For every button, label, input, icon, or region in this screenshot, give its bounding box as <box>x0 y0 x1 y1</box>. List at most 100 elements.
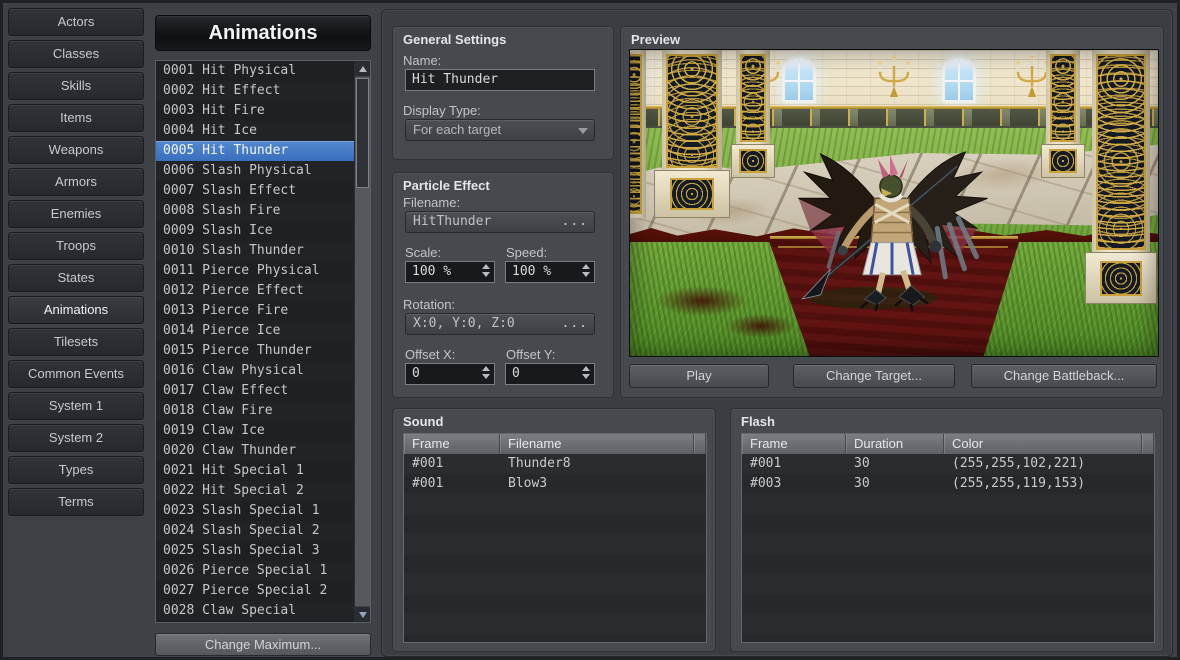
list-item[interactable]: 0026 Pierce Special 1 <box>156 561 355 581</box>
offset-x-value: 0 <box>412 366 420 381</box>
sidebar-item-states[interactable]: States <box>8 264 144 292</box>
sidebar-item-system-1[interactable]: System 1 <box>8 392 144 420</box>
stepper-arrows-icon[interactable] <box>582 366 590 379</box>
sidebar-item-common-events[interactable]: Common Events <box>8 360 144 388</box>
filename-label: Filename: <box>403 195 460 210</box>
list-item[interactable]: 0018 Claw Fire <box>156 401 355 421</box>
table-header: FrameFilename <box>404 434 706 454</box>
battleback-blood-stain <box>726 314 796 338</box>
table-row[interactable]: #00330(255,255,119,153) <box>742 474 1154 494</box>
list-item[interactable]: 0008 Slash Fire <box>156 201 355 221</box>
display-type-value: For each target <box>413 122 501 137</box>
column-header-filename[interactable]: Filename <box>500 434 694 454</box>
animation-list[interactable]: 0001 Hit Physical0002 Hit Effect0003 Hit… <box>155 60 371 623</box>
list-item[interactable]: 0011 Pierce Physical <box>156 261 355 281</box>
list-item[interactable]: 0001 Hit Physical <box>156 61 355 81</box>
speed-value: 100 % <box>512 264 551 279</box>
list-item[interactable]: 0002 Hit Effect <box>156 81 355 101</box>
column-header-frame[interactable]: Frame <box>742 434 846 454</box>
rotation-value: X:0, Y:0, Z:0 <box>413 316 515 331</box>
battleback-window <box>942 55 976 103</box>
change-battleback-button[interactable]: Change Battleback... <box>971 364 1157 388</box>
list-item[interactable]: 0025 Slash Special 3 <box>156 541 355 561</box>
play-button[interactable]: Play <box>629 364 769 388</box>
sidebar-item-items[interactable]: Items <box>8 104 144 132</box>
speed-label: Speed: <box>506 245 547 260</box>
sidebar-item-types[interactable]: Types <box>8 456 144 484</box>
list-item[interactable]: 0004 Hit Ice <box>156 121 355 141</box>
sidebar-item-animations[interactable]: Animations <box>8 296 144 324</box>
panel-title: Preview <box>631 32 680 47</box>
speed-stepper[interactable]: 100 % <box>505 261 595 283</box>
list-item[interactable]: 0012 Pierce Effect <box>156 281 355 301</box>
list-item[interactable]: 0028 Claw Special <box>156 601 355 621</box>
animation-list-scrollbar[interactable] <box>354 61 370 622</box>
list-item[interactable]: 0005 Hit Thunder <box>156 141 355 161</box>
stepper-arrows-icon[interactable] <box>482 366 490 379</box>
list-item[interactable]: 0017 Claw Effect <box>156 381 355 401</box>
sidebar-item-actors[interactable]: Actors <box>8 8 144 36</box>
sidebar-item-tilesets[interactable]: Tilesets <box>8 328 144 356</box>
list-item[interactable]: 0022 Hit Special 2 <box>156 481 355 501</box>
column-header-frame[interactable]: Frame <box>404 434 500 454</box>
list-item[interactable]: 0003 Hit Fire <box>156 101 355 121</box>
scrollbar-thumb[interactable] <box>356 78 369 188</box>
offset-y-stepper[interactable]: 0 <box>505 363 595 385</box>
column-header-color[interactable]: Color <box>944 434 1142 454</box>
panel-title: General Settings <box>403 32 506 47</box>
rotation-browse-button[interactable]: X:0, Y:0, Z:0 ... <box>405 313 595 335</box>
change-maximum-button[interactable]: Change Maximum... <box>155 633 371 656</box>
chevron-down-icon <box>578 128 588 134</box>
table-row[interactable]: #00130(255,255,102,221) <box>742 454 1154 474</box>
change-target-button[interactable]: Change Target... <box>793 364 955 388</box>
table-row[interactable]: #001Thunder8 <box>404 454 706 474</box>
name-input[interactable]: Hit Thunder <box>405 69 595 91</box>
table-cell: 30 <box>846 454 944 474</box>
scale-value: 100 % <box>412 264 451 279</box>
stepper-arrows-icon[interactable] <box>482 264 490 277</box>
column-header-duration[interactable]: Duration <box>846 434 944 454</box>
list-item[interactable]: 0021 Hit Special 1 <box>156 461 355 481</box>
offset-x-stepper[interactable]: 0 <box>405 363 495 385</box>
sidebar-item-troops[interactable]: Troops <box>8 232 144 260</box>
list-item[interactable]: 0014 Pierce Ice <box>156 321 355 341</box>
stepper-arrows-icon[interactable] <box>582 264 590 277</box>
list-item[interactable]: 0023 Slash Special 1 <box>156 501 355 521</box>
flash-table[interactable]: FrameDurationColor#00130(255,255,102,221… <box>741 433 1155 643</box>
filename-browse-button[interactable]: HitThunder ... <box>405 211 595 233</box>
table-cell: Thunder8 <box>500 454 694 474</box>
list-item[interactable]: 0007 Slash Effect <box>156 181 355 201</box>
table-header: FrameDurationColor <box>742 434 1154 454</box>
list-item[interactable]: 0019 Claw Ice <box>156 421 355 441</box>
enemy-sprite-garuda <box>786 146 998 312</box>
sidebar-item-system-2[interactable]: System 2 <box>8 424 144 452</box>
scale-stepper[interactable]: 100 % <box>405 261 495 283</box>
sidebar-item-classes[interactable]: Classes <box>8 40 144 68</box>
sidebar-item-weapons[interactable]: Weapons <box>8 136 144 164</box>
flash-panel: Flash FrameDurationColor#00130(255,255,1… <box>730 408 1164 652</box>
list-item[interactable]: 0024 Slash Special 2 <box>156 521 355 541</box>
panel-title: Sound <box>403 414 443 429</box>
sidebar-item-terms[interactable]: Terms <box>8 488 144 516</box>
offset-y-value: 0 <box>512 366 520 381</box>
table-row[interactable]: #001Blow3 <box>404 474 706 494</box>
list-item[interactable]: 0010 Slash Thunder <box>156 241 355 261</box>
sound-table[interactable]: FrameFilename#001Thunder8#001Blow3 <box>403 433 707 643</box>
list-item[interactable]: 0009 Slash Ice <box>156 221 355 241</box>
list-item[interactable]: 0016 Claw Physical <box>156 361 355 381</box>
list-item[interactable]: 0027 Pierce Special 2 <box>156 581 355 601</box>
preview-panel: Preview <box>620 26 1164 398</box>
sidebar-item-armors[interactable]: Armors <box>8 168 144 196</box>
sidebar-item-enemies[interactable]: Enemies <box>8 200 144 228</box>
list-item[interactable]: 0015 Pierce Thunder <box>156 341 355 361</box>
list-item[interactable]: 0006 Slash Physical <box>156 161 355 181</box>
scroll-down-button[interactable] <box>355 606 370 622</box>
list-item[interactable]: 0013 Pierce Fire <box>156 301 355 321</box>
candelabra-icon <box>874 56 914 102</box>
display-type-select[interactable]: For each target <box>405 119 595 141</box>
list-item[interactable]: 0020 Claw Thunder <box>156 441 355 461</box>
column-header-stub <box>1142 434 1154 454</box>
scroll-up-button[interactable] <box>355 61 370 77</box>
sidebar-item-skills[interactable]: Skills <box>8 72 144 100</box>
animation-list-rows: 0001 Hit Physical0002 Hit Effect0003 Hit… <box>156 61 355 622</box>
